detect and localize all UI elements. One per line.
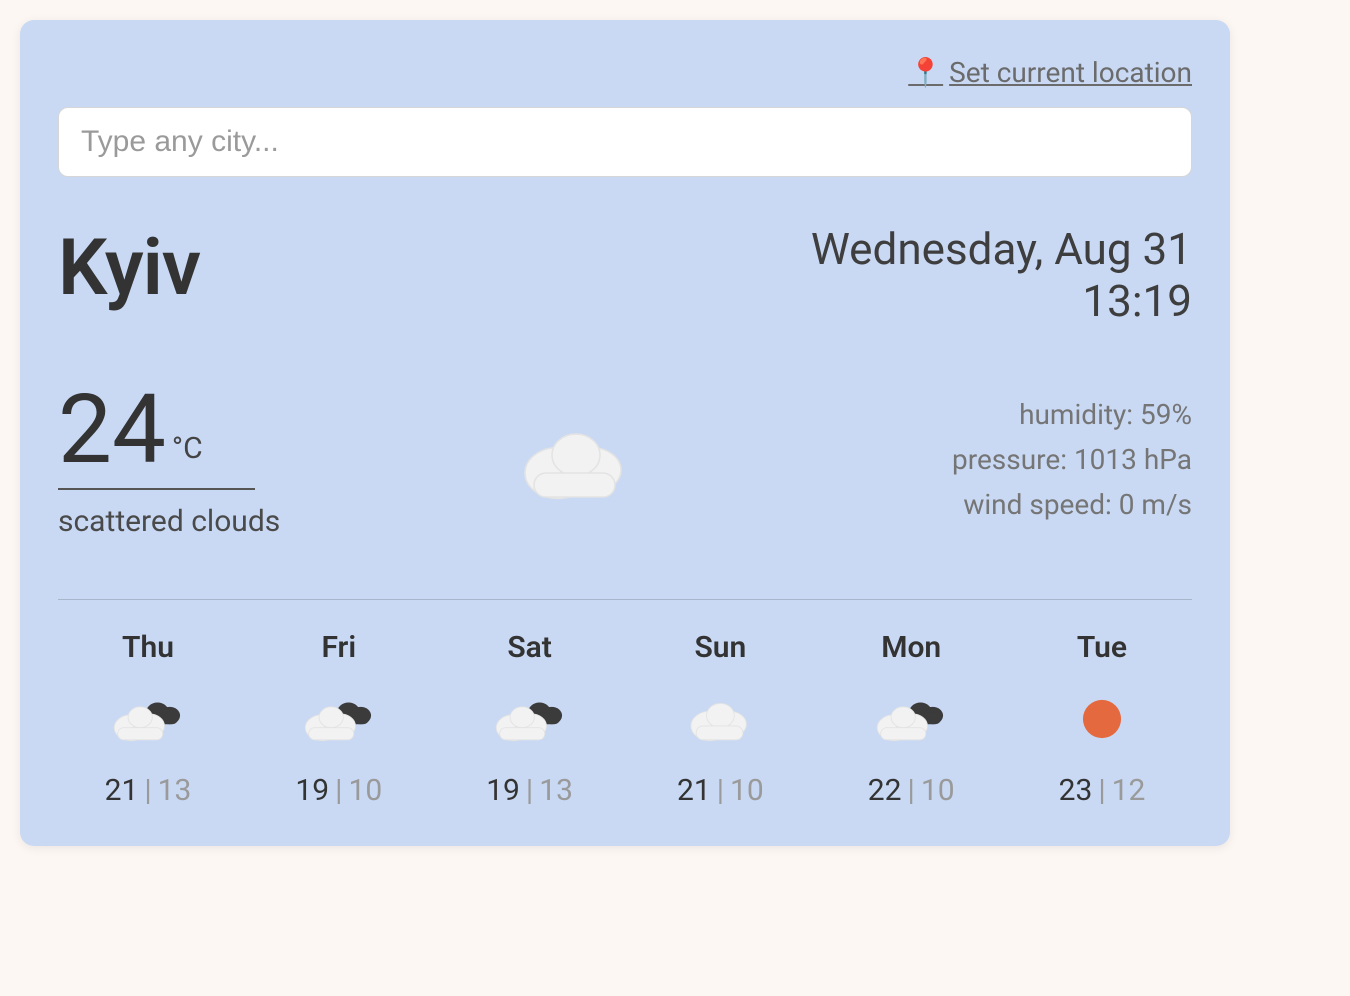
forecast-high: 19 xyxy=(295,773,329,808)
top-row: 📍 Set current location xyxy=(58,56,1192,89)
forecast-high: 22 xyxy=(868,773,902,808)
broken-icon xyxy=(109,689,187,749)
forecast-temps: 22 | 10 xyxy=(868,773,955,808)
temperature-main: 24 °C xyxy=(58,382,255,490)
forecast-separator: | xyxy=(144,773,151,808)
weather-details: humidity: 59% pressure: 1013 hPa wind sp… xyxy=(952,393,1192,527)
forecast-low: 13 xyxy=(539,773,573,808)
forecast-day: Sat xyxy=(507,630,552,665)
temperature-value: 24 xyxy=(58,382,166,478)
pin-icon: 📍 xyxy=(908,56,943,89)
condition-text: scattered clouds xyxy=(58,504,280,539)
forecast-temps: 21 | 13 xyxy=(105,773,192,808)
forecast-separator: | xyxy=(335,773,342,808)
humidity-text: humidity: 59% xyxy=(952,393,1192,438)
cloud-icon xyxy=(684,689,757,749)
forecast-item: Fri 19 | 10 xyxy=(259,630,419,808)
forecast-high: 21 xyxy=(677,773,711,808)
forecast-temps: 21 | 10 xyxy=(677,773,764,808)
forecast-temps: 19 | 13 xyxy=(486,773,573,808)
current-weather-row: 24 °C scattered clouds humidity: 59% pre… xyxy=(58,382,1192,539)
sun-icon xyxy=(1076,689,1128,749)
forecast-item: Thu 21 | 13 xyxy=(68,630,228,808)
forecast-low: 13 xyxy=(158,773,192,808)
temperature-block: 24 °C scattered clouds xyxy=(58,382,280,539)
pressure-text: pressure: 1013 hPa xyxy=(952,438,1192,483)
forecast-temps: 23 | 12 xyxy=(1059,773,1146,808)
forecast-day: Thu xyxy=(122,630,174,665)
broken-icon xyxy=(872,689,950,749)
city-search-input[interactable] xyxy=(58,107,1192,177)
date-time-block: Wednesday, Aug 31 13:19 xyxy=(811,223,1192,327)
forecast-separator: | xyxy=(908,773,915,808)
forecast-day: Fri xyxy=(321,630,356,665)
set-location-link[interactable]: 📍 Set current location xyxy=(908,56,1192,89)
wind-text: wind speed: 0 m/s xyxy=(952,483,1192,528)
forecast-item: Tue 23 | 12 xyxy=(1022,630,1182,808)
forecast-day: Sun xyxy=(694,630,746,665)
forecast-item: Mon 22 | 10 xyxy=(831,630,991,808)
city-name: Kyiv xyxy=(58,223,200,314)
forecast-low: 12 xyxy=(1112,773,1146,808)
forecast-low: 10 xyxy=(730,773,764,808)
temperature-unit: °C xyxy=(172,431,203,466)
forecast-separator: | xyxy=(717,773,724,808)
forecast-low: 10 xyxy=(348,773,382,808)
broken-icon xyxy=(491,689,569,749)
forecast-high: 19 xyxy=(486,773,520,808)
forecast-day: Tue xyxy=(1077,630,1127,665)
current-time: 13:19 xyxy=(811,275,1192,327)
forecast-high: 21 xyxy=(105,773,139,808)
forecast-separator: | xyxy=(1098,773,1105,808)
forecast-temps: 19 | 10 xyxy=(295,773,382,808)
forecast-item: Sun 21 | 10 xyxy=(640,630,800,808)
forecast-high: 23 xyxy=(1059,773,1093,808)
forecast-low: 10 xyxy=(921,773,955,808)
forecast-item: Sat 19 | 13 xyxy=(450,630,610,808)
forecast-separator: | xyxy=(526,773,533,808)
set-location-label: Set current location xyxy=(949,56,1192,89)
forecast-row: Thu 21 | 13 Fri 19 | 10 Sat 19 | 13 Sun 21 | 10… xyxy=(58,630,1192,808)
current-weather-icon xyxy=(513,416,639,506)
weather-card: 📍 Set current location Kyiv Wednesday, A… xyxy=(20,20,1230,846)
header-row: Kyiv Wednesday, Aug 31 13:19 xyxy=(58,223,1192,327)
current-date: Wednesday, Aug 31 xyxy=(811,223,1192,275)
broken-icon xyxy=(300,689,378,749)
forecast-day: Mon xyxy=(881,630,941,665)
divider xyxy=(58,599,1192,600)
